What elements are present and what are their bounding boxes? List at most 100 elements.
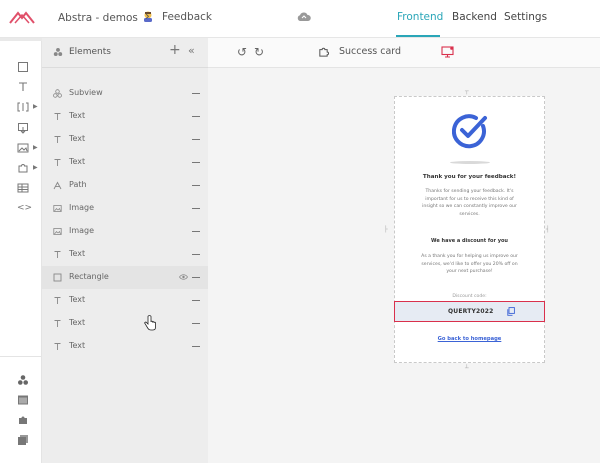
project-name: Abstra - demos (58, 12, 138, 24)
elements-panel-icon (53, 48, 63, 56)
cloud-sync-icon (297, 12, 311, 21)
hand-cursor-icon (144, 315, 156, 331)
input-expand-icon[interactable]: ▶ (33, 103, 38, 110)
layer-menu-icon[interactable] (192, 231, 200, 232)
copy-icon[interactable] (506, 307, 515, 316)
redo-icon[interactable]: ↻ (254, 45, 264, 59)
layer-row-image[interactable]: Image (42, 220, 208, 243)
visibility-eye-icon[interactable] (179, 274, 188, 280)
layer-label: Text (69, 318, 86, 327)
text-icon[interactable] (17, 81, 29, 93)
add-element-icon[interactable]: + (169, 42, 181, 58)
layer-label: Text (69, 249, 86, 258)
layer-row-text[interactable]: Text (42, 243, 208, 266)
breadcrumb-project[interactable]: Abstra - demos (58, 11, 153, 24)
image-expand-icon[interactable]: ▶ (33, 144, 38, 151)
layer-row-text[interactable]: Text (42, 105, 208, 128)
rail-top-strip (0, 38, 42, 41)
layer-label: Subview (69, 88, 103, 97)
breadcrumb-chevron-icon: › (145, 9, 150, 23)
resize-handle-left[interactable]: ├ (384, 226, 388, 233)
plugin-icon[interactable] (17, 414, 29, 426)
active-tab-indicator (396, 35, 440, 37)
layer-menu-icon[interactable] (192, 185, 200, 186)
text-icon (53, 112, 62, 121)
text-icon (53, 135, 62, 144)
layer-label: Text (69, 295, 86, 304)
code-icon[interactable]: <> (17, 202, 32, 214)
tab-frontend[interactable]: Frontend (397, 11, 443, 23)
resize-handle-bottom[interactable]: ┴ (465, 365, 469, 372)
check-circle-icon (452, 114, 487, 149)
layer-row-text[interactable]: Text (42, 289, 208, 312)
layer-menu-icon[interactable] (192, 323, 200, 324)
download-icon[interactable] (17, 122, 29, 134)
layer-menu-icon[interactable] (192, 277, 200, 278)
tab-settings[interactable]: Settings (504, 11, 547, 23)
text-icon (53, 342, 62, 351)
undo-icon[interactable]: ↺ (237, 45, 247, 59)
top-bar: Abstra - demos › Feedback Frontend Backe… (0, 0, 600, 38)
text-icon (53, 296, 62, 305)
layer-label: Text (69, 111, 86, 120)
layer-menu-icon[interactable] (192, 116, 200, 117)
layer-row-text[interactable]: Text (42, 151, 208, 174)
layer-menu-icon[interactable] (192, 162, 200, 163)
component-puzzle-icon (319, 47, 329, 57)
layer-row-text[interactable]: Text (42, 335, 208, 358)
canvas-area[interactable]: ↺ ↻ Success card ┬ ┴ ├ ┤ Thank you for y… (208, 38, 600, 463)
path-icon (53, 181, 62, 190)
image-icon (53, 227, 62, 236)
card-subtitle: We have a discount for you (431, 238, 508, 244)
card-body: Thanks for sending your feedback. It's i… (422, 189, 517, 217)
elements-icon[interactable] (17, 374, 29, 386)
text-icon (53, 250, 62, 259)
pages-icon[interactable] (17, 434, 29, 446)
layer-label: Image (69, 226, 95, 235)
input-icon[interactable] (17, 101, 29, 113)
layer-row-path[interactable]: Path (42, 174, 208, 197)
layer-row-rectangle[interactable]: Rectangle (42, 266, 208, 289)
card-body-2: As a thank you for helping us improve ou… (421, 254, 518, 275)
layout-icon[interactable] (17, 394, 29, 406)
tab-backend[interactable]: Backend (452, 11, 497, 23)
resize-handle-right[interactable]: ┤ (546, 226, 550, 233)
text-icon (53, 158, 62, 167)
layer-label: Rectangle (69, 272, 109, 281)
discount-code-box[interactable]: QUERTY2022 (394, 301, 545, 322)
preview-monitor-icon[interactable] (441, 46, 454, 58)
table-icon[interactable] (17, 182, 29, 194)
puzzle-icon[interactable] (17, 162, 29, 174)
collapse-panel-icon[interactable]: « (188, 44, 195, 57)
layer-row-text[interactable]: Text (42, 312, 208, 335)
layer-label: Text (69, 134, 86, 143)
card-title: Thank you for your feedback! (422, 174, 517, 180)
success-card[interactable]: Thank you for your feedback! Thanks for … (394, 96, 545, 363)
layer-label: Text (69, 157, 86, 166)
panel-title: Elements (69, 47, 111, 57)
layer-menu-icon[interactable] (192, 346, 200, 347)
square-icon[interactable] (17, 61, 29, 73)
icon-shadow (450, 161, 490, 164)
layer-menu-icon[interactable] (192, 300, 200, 301)
breadcrumb-page[interactable]: Feedback (162, 11, 212, 23)
layer-row-image[interactable]: Image (42, 197, 208, 220)
puzzle-expand-icon[interactable]: ▶ (33, 164, 38, 171)
back-to-homepage-link[interactable]: Go back to homepage (395, 336, 544, 342)
layer-menu-icon[interactable] (192, 139, 200, 140)
layer-menu-icon[interactable] (192, 208, 200, 209)
layer-row-subview[interactable]: Subview (42, 82, 208, 105)
layer-menu-icon[interactable] (192, 254, 200, 255)
component-name: Success card (339, 46, 402, 57)
canvas-toolbar: ↺ ↻ Success card (208, 38, 600, 68)
layer-label: Text (69, 341, 86, 350)
image-icon (53, 204, 62, 213)
subview-icon (53, 89, 62, 98)
image-icon[interactable] (17, 142, 29, 154)
layer-row-text[interactable]: Text (42, 128, 208, 151)
text-icon (53, 319, 62, 328)
rail-divider (0, 356, 42, 357)
layer-menu-icon[interactable] (192, 93, 200, 94)
resize-handle-top[interactable]: ┬ (465, 88, 469, 95)
abstra-logo-icon[interactable] (9, 10, 35, 24)
